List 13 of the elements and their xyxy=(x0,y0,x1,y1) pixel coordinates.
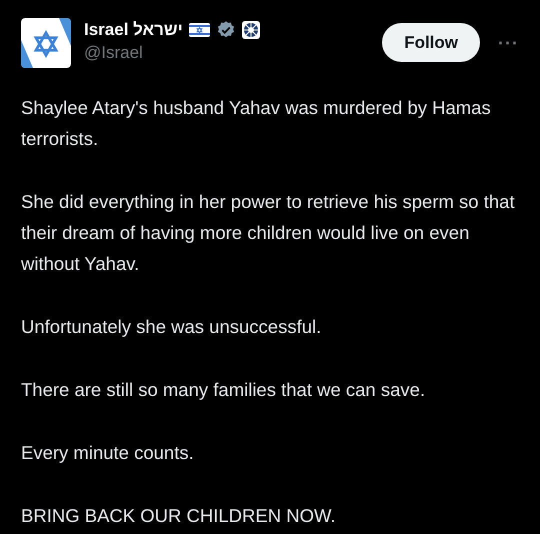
flag-icon xyxy=(188,23,210,37)
affiliation-badge-icon xyxy=(242,21,260,39)
avatar-flag-icon[interactable] xyxy=(21,18,71,68)
tweet-paragraph: Every minute counts. xyxy=(21,441,195,465)
account-handle[interactable]: @Israel xyxy=(84,42,260,64)
tweet-paragraph: Unfortunately she was unsuccessful. xyxy=(21,315,322,339)
account-name[interactable]: Israel ישראל xyxy=(84,17,183,43)
tweet-paragraph: Shaylee Atary's husband Yahav was murdered by Hamas terrorists. xyxy=(21,96,492,151)
tweet-paragraph: BRING BACK OUR CHILDREN NOW. xyxy=(21,504,337,528)
tweet-paragraph: There are still so many families that we can save. xyxy=(21,378,426,402)
tweet-paragraph: She did everything in her power to retrieve his sperm so that their dream of having more children would live on even without Yahav. xyxy=(21,190,516,276)
more-button[interactable]: ··· xyxy=(498,34,519,52)
follow-button[interactable]: Follow xyxy=(382,23,480,62)
